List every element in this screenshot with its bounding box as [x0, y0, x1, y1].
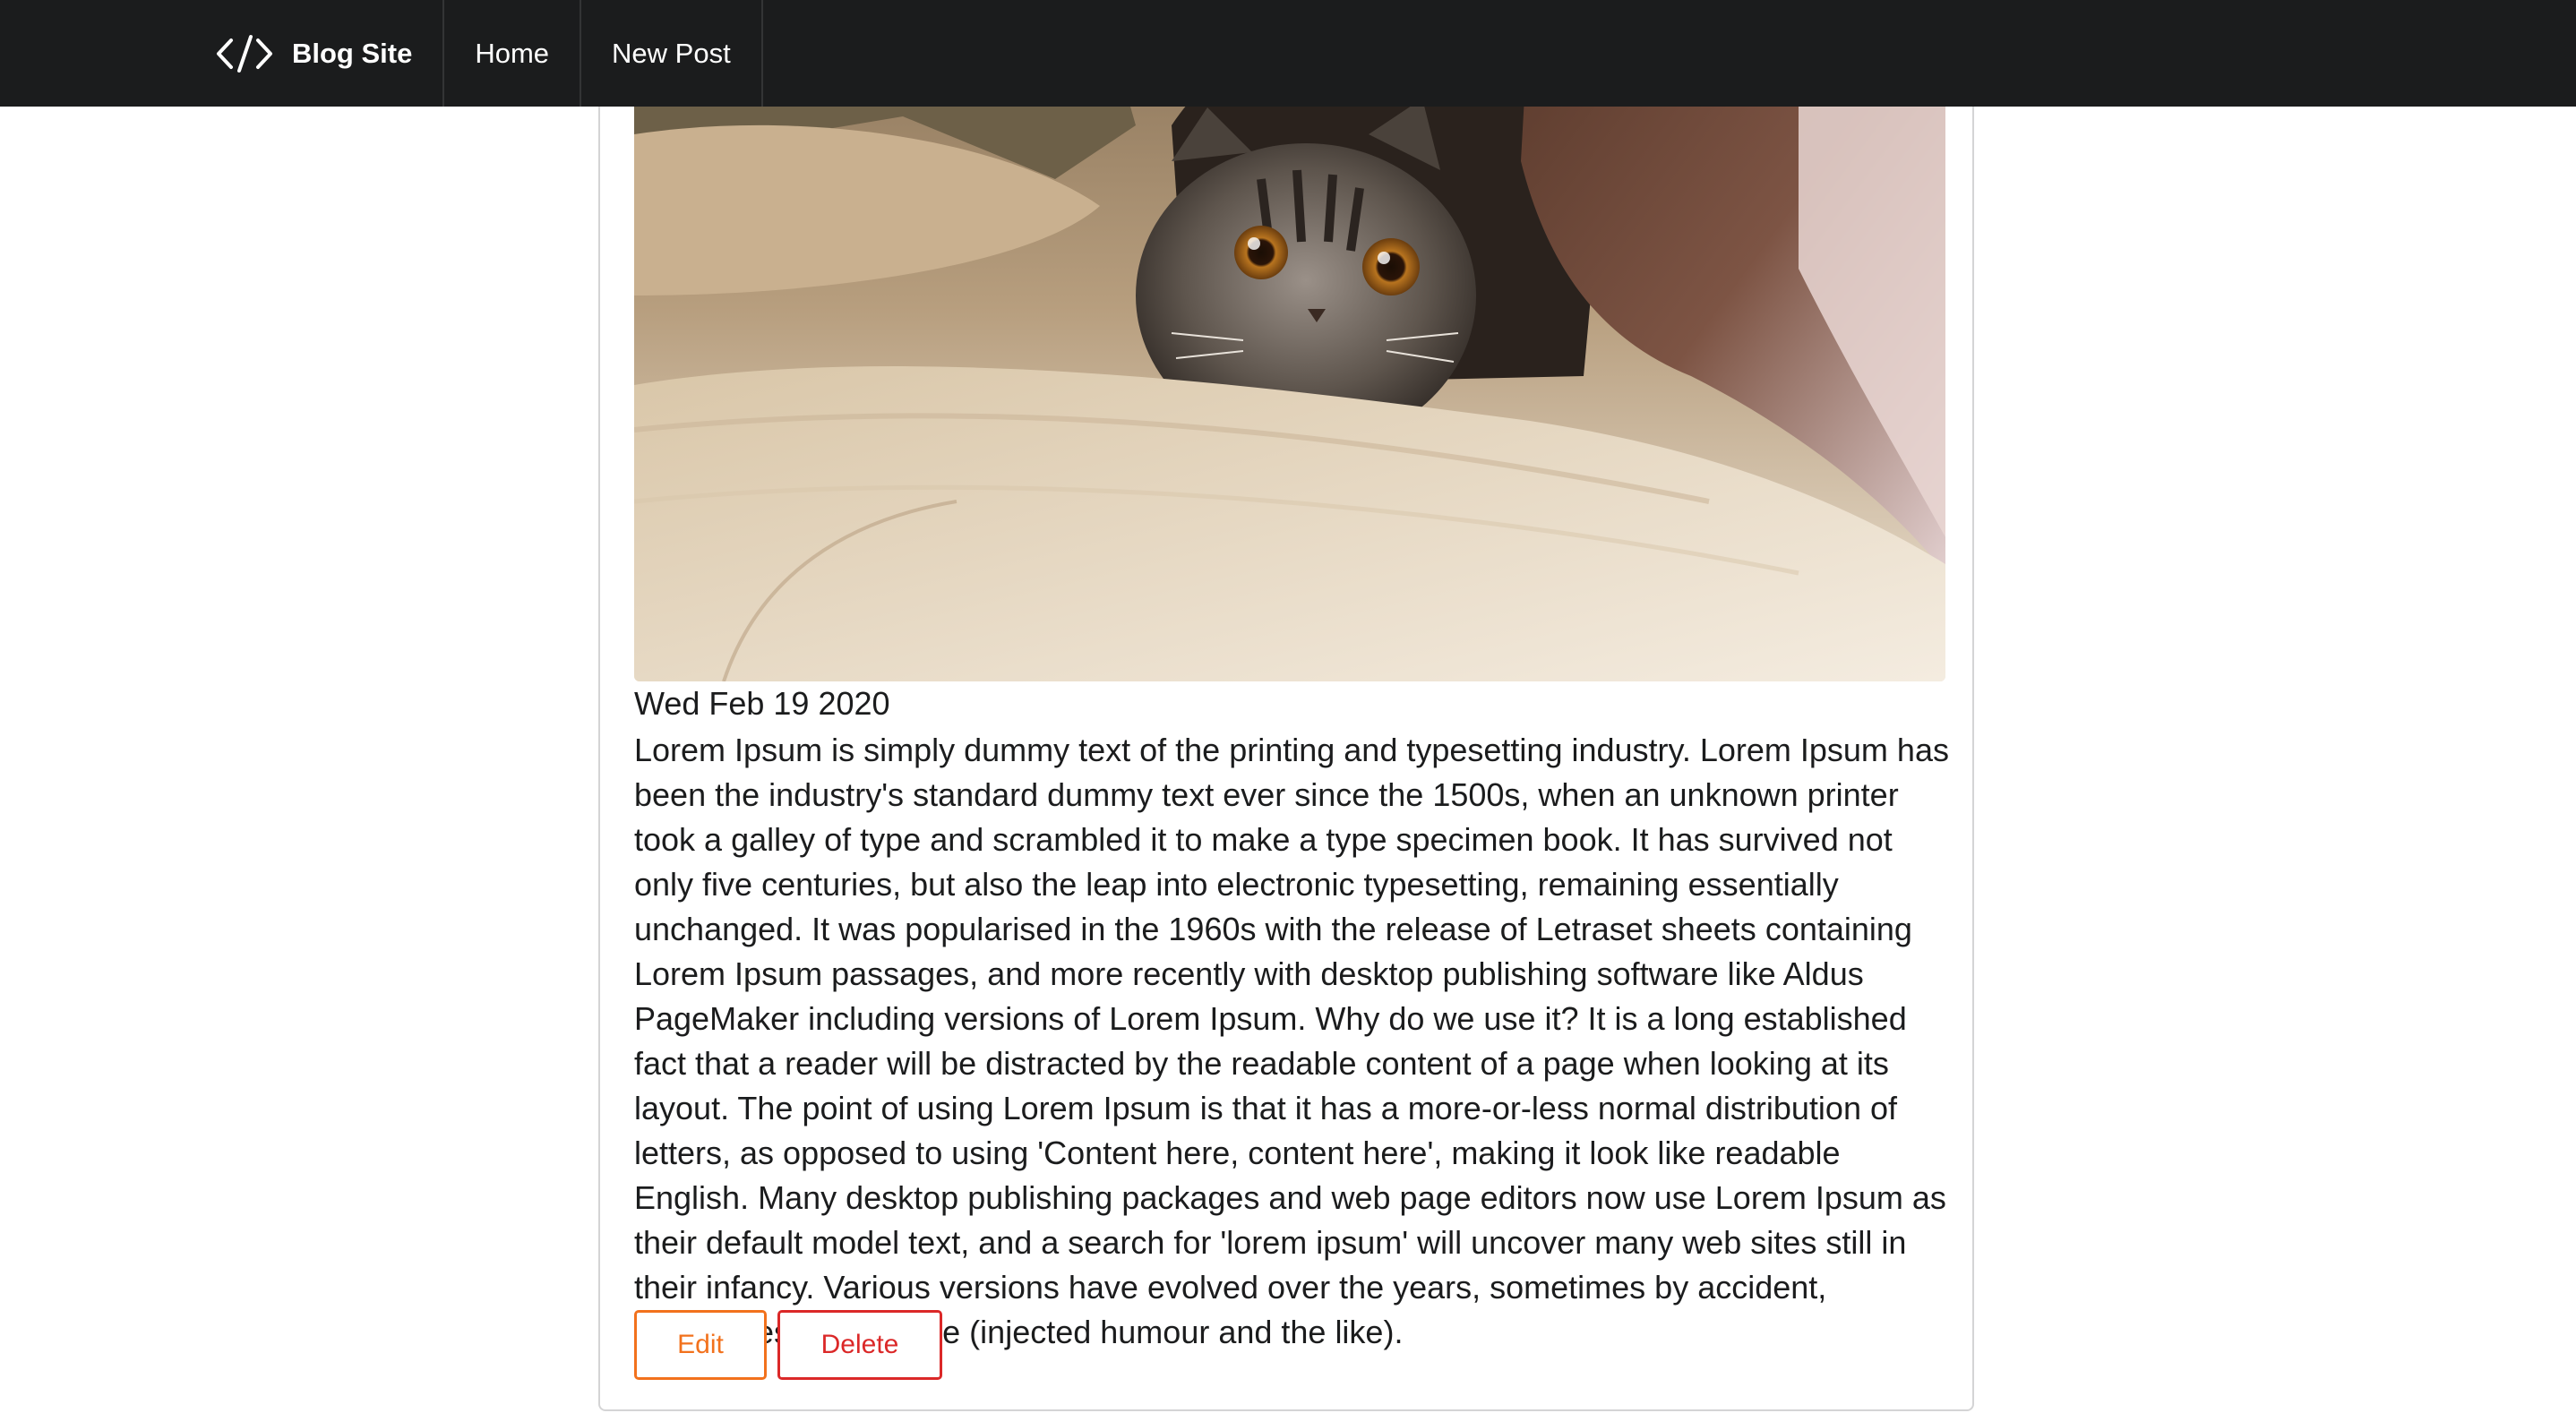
code-icon: [215, 31, 274, 76]
post-card: Wed Feb 19 2020 Lorem Ipsum is simply du…: [598, 0, 1974, 1411]
nav-item-new-post[interactable]: New Post: [581, 0, 763, 107]
edit-button[interactable]: Edit: [634, 1310, 767, 1380]
brand-label: Blog Site: [292, 37, 413, 69]
brand-link[interactable]: Blog Site: [199, 0, 445, 107]
top-navbar: Blog Site Home New Post: [0, 0, 2576, 107]
delete-button[interactable]: Delete: [777, 1310, 942, 1380]
post-body: Lorem Ipsum is simply dummy text of the …: [634, 732, 1949, 1350]
post-date: Wed Feb 19 2020: [634, 685, 890, 722]
nav-item-home[interactable]: Home: [444, 0, 582, 107]
navbar-menu: Blog Site Home New Post: [199, 0, 763, 107]
